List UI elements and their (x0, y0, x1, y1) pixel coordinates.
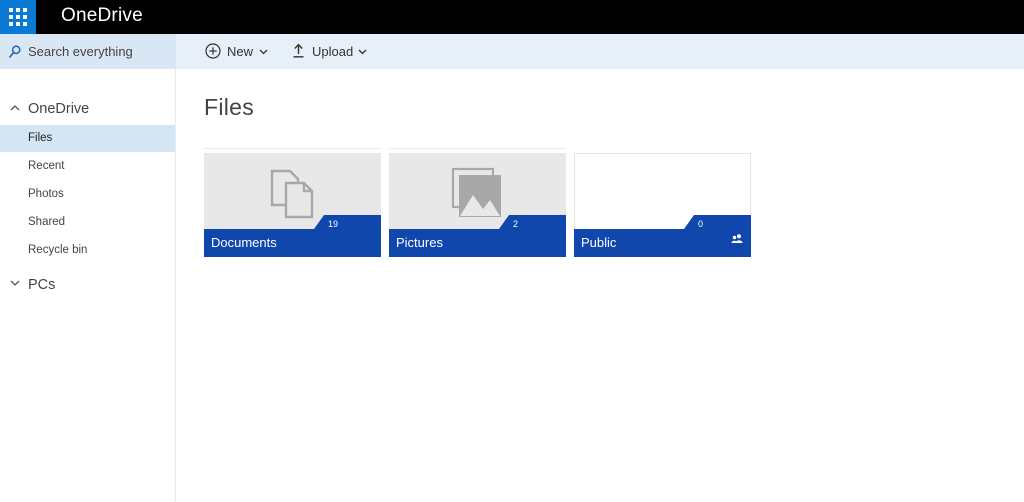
nav-section-pcs[interactable]: PCs (0, 270, 175, 300)
item-count: 2 (512, 219, 518, 229)
search-icon (9, 45, 21, 58)
shared-people-icon (731, 234, 743, 243)
documents-icon (270, 169, 314, 219)
nav-section-onedrive[interactable]: OneDrive (0, 94, 175, 124)
search-placeholder: Search everything (28, 44, 133, 59)
chevron-down-icon (10, 280, 20, 286)
chevron-up-icon (10, 105, 20, 111)
command-bar: Search everything New Upload (0, 34, 1024, 69)
search-box[interactable]: Search everything (0, 34, 176, 69)
folder-name: Documents (211, 235, 277, 250)
nav-item-recent[interactable]: Recent (0, 153, 175, 180)
app-title[interactable]: OneDrive (61, 3, 143, 29)
nav-item-shared[interactable]: Shared (0, 209, 175, 236)
app-launcher-button[interactable] (0, 0, 36, 34)
upload-label: Upload (312, 44, 354, 59)
pictures-icon (451, 167, 501, 217)
chevron-down-icon (358, 49, 367, 55)
folder-name: Public (581, 235, 617, 250)
item-count: 0 (697, 219, 703, 229)
folder-tile-pictures[interactable]: 2 Pictures (389, 148, 566, 257)
top-bar: OneDrive (0, 0, 1024, 34)
nav-section-label: OneDrive (28, 101, 90, 117)
new-button[interactable]: New (205, 34, 271, 69)
nav-item-recycle-bin[interactable]: Recycle bin (0, 237, 175, 264)
folder-name: Pictures (396, 235, 443, 250)
chevron-down-icon (259, 49, 268, 55)
upload-button[interactable]: Upload (290, 34, 372, 69)
page-title: Files (204, 94, 255, 120)
nav-section-label: PCs (28, 277, 56, 293)
nav-item-files[interactable]: Files (0, 125, 175, 152)
folder-tile-public[interactable]: 0 Public (574, 153, 751, 257)
waffle-icon (9, 8, 27, 26)
folder-tile-documents[interactable]: 19 Documents (204, 148, 381, 257)
item-count: 19 (327, 219, 338, 229)
add-circle-icon (205, 43, 221, 59)
new-label: New (227, 44, 254, 59)
nav-item-photos[interactable]: Photos (0, 181, 175, 208)
upload-arrow-icon (293, 43, 304, 58)
left-navigation: OneDrive Files Recent Photos Shared Recy… (0, 69, 176, 502)
